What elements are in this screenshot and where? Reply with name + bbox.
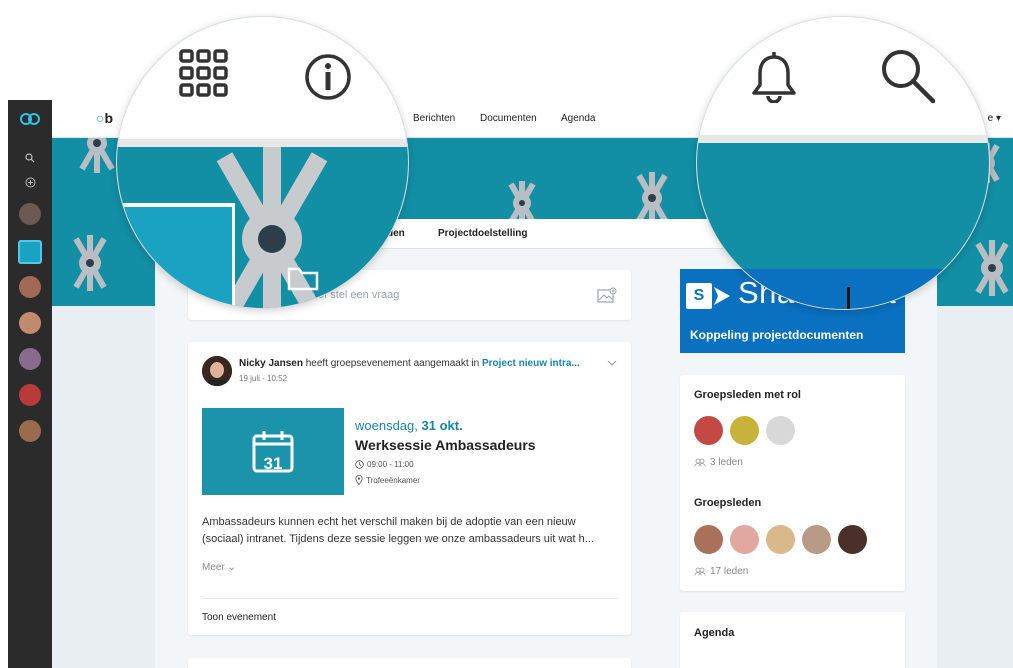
chevron-down-icon[interactable] [607,358,617,369]
post-timestamp: 19 juli - 10:52 [239,374,288,383]
clock-icon [355,460,364,469]
brand-logo[interactable]: ○b [96,110,113,126]
avatar[interactable] [766,416,795,445]
app-rail [8,100,52,668]
chevron-down-icon: ⌄ [227,562,236,573]
magnifier-right [696,16,990,310]
avatar[interactable] [19,384,41,406]
plus-circle-icon[interactable] [21,173,39,191]
people-icon [694,567,706,576]
show-event-link[interactable]: Toon evenement [202,612,276,623]
avatar[interactable] [19,420,41,442]
read-more-link[interactable]: Meer ⌄ [202,562,236,573]
members-avatars [694,525,867,554]
avatar[interactable] [730,525,759,554]
user-menu[interactable]: e ▾ [988,113,1001,124]
search-icon[interactable] [21,149,39,167]
event-location: Trofeeënkamer [355,475,420,485]
members-card: Groepsleden met rol 3 leden Groepsleden … [680,375,905,591]
rail-group-active[interactable] [18,240,42,264]
event-calendar-tile[interactable]: 31 [202,408,344,495]
nav-agenda[interactable]: Agenda [561,113,595,124]
sharepoint-logo: S [686,283,712,309]
post-group-link[interactable]: Project nieuw intra... [482,358,580,369]
avatar[interactable] [19,312,41,334]
post-header: Nicky Jansen heeft groepsevenement aange… [239,358,580,369]
avatar[interactable] [802,525,831,554]
avatar[interactable] [19,203,41,225]
search-icon[interactable] [879,47,937,110]
people-icon [694,458,706,467]
apps-grid-icon[interactable] [179,49,229,104]
members-heading: Groepsleden [694,497,762,509]
avatar[interactable] [19,276,41,298]
agenda-heading: Agenda [694,627,735,639]
calendar-day: 31 [263,454,283,473]
divider [202,598,618,599]
roles-avatars [694,416,795,445]
avatar[interactable] [694,525,723,554]
avatar[interactable] [730,416,759,445]
photo-icon[interactable] [597,287,617,308]
sharepoint-arrow-icon [714,287,730,305]
event-post: Nicky Jansen heeft groepsevenement aange… [188,342,631,635]
next-post [188,658,631,668]
members-count: 17 leden [694,566,748,577]
avatar[interactable] [766,525,795,554]
post-body: Ambassadeurs kunnen echt het verschil ma… [202,516,594,545]
roles-heading: Groepsleden met rol [694,389,801,401]
magnifier-left [116,16,409,309]
avatar[interactable] [694,416,723,445]
avatar[interactable] [838,525,867,554]
nav-berichten[interactable]: Berichten [413,113,455,124]
event-date: woensdag, 31 okt. [355,418,463,433]
sharepoint-caption: Koppeling projectdocumenten [690,328,864,342]
agenda-card: Agenda [680,612,905,668]
avatar[interactable] [202,356,232,386]
bell-icon[interactable] [750,51,798,108]
folder-icon[interactable] [287,265,319,296]
avatar[interactable] [19,348,41,370]
info-icon[interactable] [304,53,352,106]
location-icon [355,475,363,485]
app-logo[interactable] [8,100,52,138]
post-author[interactable]: Nicky Jansen [239,358,303,369]
event-time: 09:00 - 11:00 [355,460,414,469]
roles-count: 3 leden [694,457,743,468]
tab-projectdoelstelling[interactable]: Projectdoelstelling [438,228,527,239]
nav-documenten[interactable]: Documenten [480,113,537,124]
post-action-text: heeft groepsevenement aangemaakt in [302,358,482,369]
event-title[interactable]: Werksessie Ambassadeurs [355,437,536,453]
